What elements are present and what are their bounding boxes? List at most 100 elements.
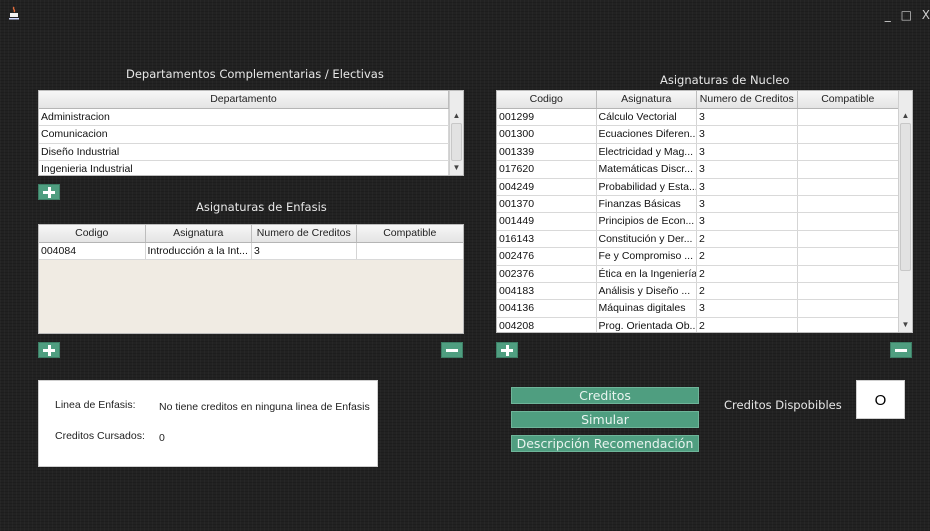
cell-departamento[interactable]: Diseño Industrial bbox=[39, 143, 449, 161]
cell-departamento[interactable]: Comunicacion bbox=[39, 126, 449, 143]
table-row[interactable]: 004084 Introducción a la Int... 3 bbox=[39, 243, 463, 261]
table-cell[interactable]: Finanzas Básicas bbox=[597, 195, 697, 213]
table-cell[interactable]: 3 bbox=[697, 300, 798, 317]
table-cell[interactable]: 001449 bbox=[497, 213, 597, 230]
table-cell[interactable] bbox=[798, 179, 899, 195]
table-cell[interactable]: 001339 bbox=[497, 143, 597, 161]
table-cell[interactable]: 3 bbox=[697, 178, 798, 195]
table-cell[interactable]: Matemáticas Discr... bbox=[597, 161, 697, 178]
table-cell[interactable] bbox=[357, 243, 463, 259]
table-cell[interactable] bbox=[798, 213, 899, 229]
scroll-up-icon[interactable]: ▲ bbox=[450, 109, 463, 123]
table-cell[interactable]: 004183 bbox=[497, 282, 597, 300]
table-row[interactable]: Administracion bbox=[39, 109, 449, 127]
scroll-thumb[interactable] bbox=[900, 123, 911, 271]
add-nucleo-button[interactable] bbox=[496, 342, 518, 358]
column-header-creditos[interactable]: Numero de Creditos bbox=[252, 225, 357, 242]
cell-departamento[interactable]: Administracion bbox=[39, 109, 449, 126]
table-cell[interactable]: 002376 bbox=[497, 265, 597, 282]
table-cell[interactable]: 3 bbox=[697, 143, 798, 161]
table-cell[interactable] bbox=[798, 266, 899, 282]
column-header-asignatura[interactable]: Asignatura bbox=[146, 225, 252, 242]
table-cell[interactable]: Principios de Econ... bbox=[597, 213, 697, 230]
table-cell[interactable]: 001300 bbox=[497, 126, 597, 143]
table-row[interactable]: 001299 Cálculo Vectorial 3 bbox=[497, 109, 899, 127]
table-cell[interactable]: 004136 bbox=[497, 300, 597, 317]
table-cell[interactable]: 3 bbox=[252, 243, 357, 260]
table-row[interactable]: 004208 Prog. Orientada Ob... 2 bbox=[497, 317, 899, 332]
table-cell[interactable]: Análisis y Diseño ... bbox=[597, 282, 697, 300]
table-cell[interactable]: 3 bbox=[697, 126, 798, 143]
table-cell[interactable] bbox=[798, 144, 899, 160]
table-cell[interactable]: 3 bbox=[697, 195, 798, 213]
maximize-icon[interactable]: □ bbox=[901, 8, 912, 22]
table-cell[interactable]: 004084 bbox=[39, 243, 146, 260]
creditos-button[interactable]: Creditos bbox=[511, 387, 699, 404]
table-cell[interactable]: Cálculo Vectorial bbox=[597, 109, 697, 126]
table-row[interactable]: 017620 Matemáticas Discr... 3 bbox=[497, 161, 899, 179]
table-cell[interactable]: Ética en la Ingeniería bbox=[597, 265, 697, 282]
table-row[interactable]: 001449 Principios de Econ... 3 bbox=[497, 213, 899, 231]
table-cell[interactable]: Introducción a la Int... bbox=[146, 243, 252, 260]
table-row[interactable]: Comunicacion bbox=[39, 126, 449, 144]
scroll-down-icon[interactable]: ▼ bbox=[899, 318, 912, 332]
minimize-icon[interactable]: _ bbox=[885, 8, 891, 22]
column-header-codigo[interactable]: Codigo bbox=[497, 91, 597, 108]
table-cell[interactable]: 017620 bbox=[497, 161, 597, 178]
table-cell[interactable]: Fe y Compromiso ... bbox=[597, 248, 697, 265]
column-header-departamento[interactable]: Departamento bbox=[39, 91, 449, 108]
table-cell[interactable]: 3 bbox=[697, 161, 798, 178]
table-row[interactable]: 004136 Máquinas digitales 3 bbox=[497, 300, 899, 318]
table-cell[interactable] bbox=[798, 161, 899, 177]
table-cell[interactable] bbox=[798, 231, 899, 247]
simular-button[interactable]: Simular bbox=[511, 411, 699, 428]
table-cell[interactable]: 2 bbox=[697, 265, 798, 282]
table-cell[interactable]: Prog. Orientada Ob... bbox=[597, 317, 697, 332]
table-cell[interactable]: 3 bbox=[697, 109, 798, 126]
table-row[interactable]: 016143 Constitución y Der... 2 bbox=[497, 230, 899, 249]
table-cell[interactable] bbox=[798, 300, 899, 316]
table-row[interactable]: 004249 Probabilidad y Esta... 3 bbox=[497, 178, 899, 196]
table-cell[interactable]: 016143 bbox=[497, 230, 597, 248]
table-cell[interactable]: Probabilidad y Esta... bbox=[597, 178, 697, 195]
add-enfasis-button[interactable] bbox=[38, 342, 60, 358]
table-row[interactable]: 002476 Fe y Compromiso ... 2 bbox=[497, 248, 899, 266]
table-cell[interactable]: 004208 bbox=[497, 317, 597, 332]
table-row[interactable]: Ingenieria Industrial bbox=[39, 161, 449, 175]
table-row[interactable]: 001300 Ecuaciones Diferen... 3 bbox=[497, 126, 898, 144]
table-cell[interactable]: Constitución y Der... bbox=[597, 230, 697, 248]
table-cell[interactable]: Electricidad y Mag... bbox=[597, 143, 697, 161]
add-departamento-button[interactable] bbox=[38, 184, 60, 200]
remove-nucleo-button[interactable] bbox=[890, 342, 912, 358]
table-cell[interactable]: 004249 bbox=[497, 178, 597, 195]
table-row[interactable]: 004183 Análisis y Diseño ... 2 bbox=[497, 282, 899, 301]
table-row[interactable]: Diseño Industrial bbox=[39, 143, 449, 162]
scroll-up-icon[interactable]: ▲ bbox=[899, 109, 912, 123]
column-header-creditos[interactable]: Numero de Creditos bbox=[697, 91, 798, 108]
table-cell[interactable]: 2 bbox=[697, 282, 798, 300]
table-cell[interactable]: 002476 bbox=[497, 248, 597, 265]
table-cell[interactable] bbox=[798, 109, 899, 125]
vertical-scrollbar[interactable]: ▲ ▼ bbox=[898, 91, 912, 332]
table-cell[interactable]: 2 bbox=[697, 230, 798, 248]
vertical-scrollbar[interactable]: ▲ ▼ bbox=[449, 91, 463, 175]
table-cell[interactable] bbox=[798, 318, 899, 332]
table-cell[interactable]: 001299 bbox=[497, 109, 597, 126]
table-cell[interactable]: Máquinas digitales bbox=[597, 300, 697, 317]
remove-enfasis-button[interactable] bbox=[441, 342, 463, 358]
table-cell[interactable]: 2 bbox=[697, 248, 798, 265]
scroll-down-icon[interactable]: ▼ bbox=[450, 161, 463, 175]
table-cell[interactable] bbox=[798, 248, 899, 264]
column-header-asignatura[interactable]: Asignatura bbox=[597, 91, 697, 108]
table-cell[interactable] bbox=[798, 196, 899, 212]
table-row[interactable]: 002376 Ética en la Ingeniería 2 bbox=[497, 265, 899, 283]
descripcion-recomendacion-button[interactable]: Descripción Recomendación bbox=[511, 435, 699, 452]
close-icon[interactable]: X bbox=[922, 8, 930, 22]
table-cell[interactable] bbox=[798, 283, 899, 299]
column-header-compatible[interactable]: Compatible bbox=[357, 225, 463, 242]
scroll-thumb[interactable] bbox=[451, 123, 462, 161]
table-cell[interactable]: 3 bbox=[697, 213, 798, 230]
table-cell[interactable]: 001370 bbox=[497, 195, 597, 213]
table-cell[interactable]: Ecuaciones Diferen... bbox=[597, 126, 697, 143]
table-row[interactable]: 001339 Electricidad y Mag... 3 bbox=[497, 143, 899, 162]
